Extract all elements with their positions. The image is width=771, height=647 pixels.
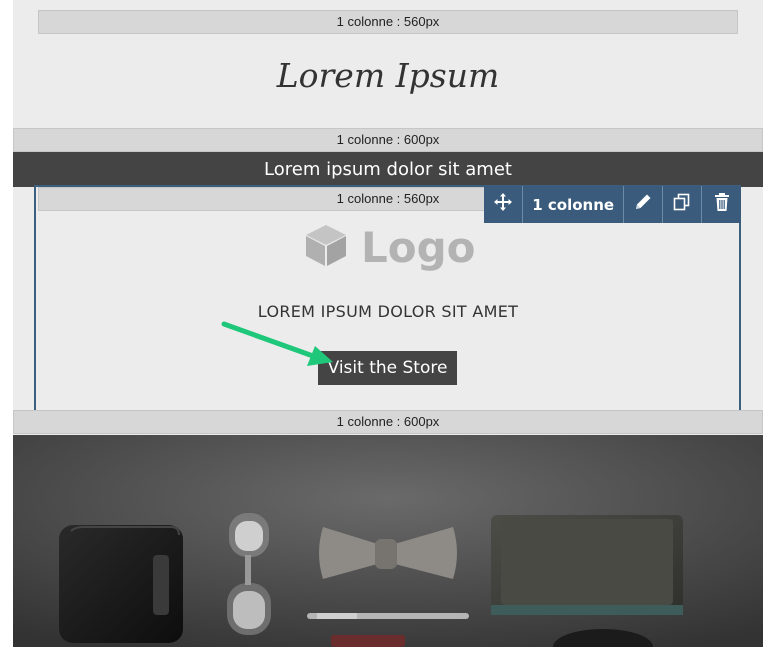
pencil-icon <box>633 192 653 217</box>
move-button[interactable] <box>484 186 523 223</box>
photo-flatlay[interactable] <box>13 435 763 647</box>
delete-button[interactable] <box>702 186 741 223</box>
arrow-icon <box>221 318 341 383</box>
logo-text: Logo <box>361 223 476 272</box>
banner-heading[interactable]: Lorem ipsum dolor sit amet <box>13 152 763 187</box>
logo[interactable]: Logo <box>303 222 476 273</box>
tagline[interactable]: LOREM IPSUM DOLOR SIT AMET <box>13 302 763 321</box>
block-toolbar: 1 colonne <box>484 186 741 223</box>
column-label[interactable]: 1 colonne : 600px <box>13 410 763 434</box>
column-label[interactable]: 1 colonne : 600px <box>13 128 763 152</box>
column-label[interactable]: 1 colonne : 560px <box>38 10 738 34</box>
trash-icon <box>713 192 731 217</box>
copy-icon <box>672 192 692 217</box>
duplicate-button[interactable] <box>663 186 703 223</box>
edit-button[interactable] <box>624 186 664 223</box>
email-canvas: 1 colonne : 560px Lorem Ipsum 1 colonne … <box>13 0 763 647</box>
hero-title[interactable]: Lorem Ipsum <box>13 56 763 95</box>
column-count-label[interactable]: 1 colonne <box>523 186 625 223</box>
move-icon <box>493 192 513 217</box>
cube-icon <box>303 222 349 273</box>
